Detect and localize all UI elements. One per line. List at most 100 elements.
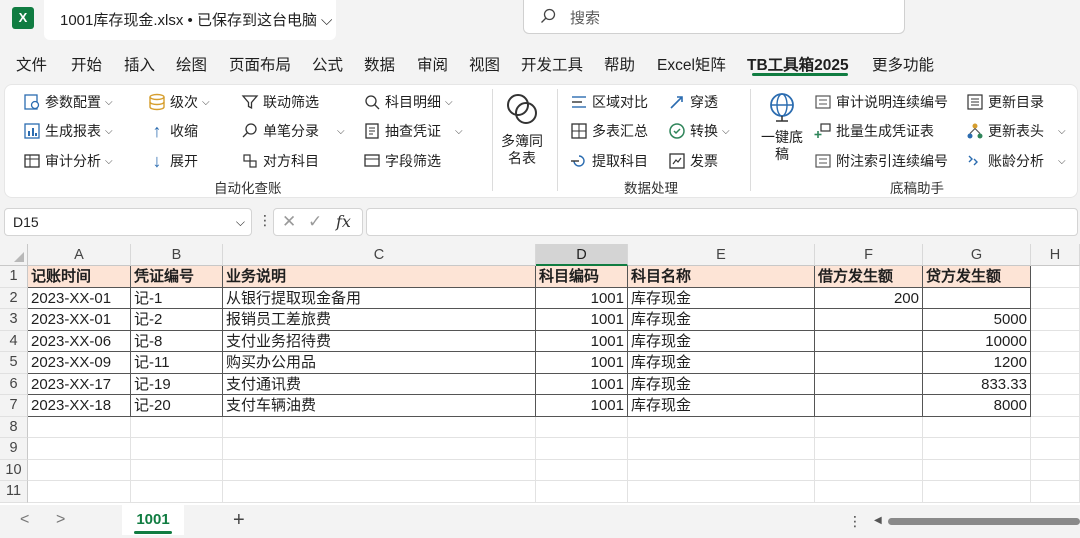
- update-toc-button[interactable]: 更新目录: [966, 92, 1044, 112]
- horizontal-scrollbar[interactable]: [888, 518, 1080, 525]
- cell[interactable]: [815, 459, 923, 481]
- cell[interactable]: [1031, 373, 1080, 395]
- cell[interactable]: [923, 287, 1031, 309]
- tab-insert[interactable]: 插入: [124, 53, 155, 75]
- spreadsheet-grid[interactable]: A B C D E F G H 1 记账时间 凭证编号 业务说明 科目编码 科目名称 借方发生额 贷方发生额 2…: [0, 244, 1080, 505]
- column-header-h[interactable]: H: [1031, 244, 1080, 266]
- cell[interactable]: 记-20: [131, 395, 223, 417]
- column-header-e[interactable]: E: [628, 244, 815, 266]
- tab-more-features[interactable]: 更多功能: [872, 53, 934, 75]
- cell[interactable]: 1001: [536, 395, 628, 417]
- cell[interactable]: 10000: [923, 330, 1031, 352]
- cell[interactable]: 从银行提取现金备用: [223, 287, 536, 309]
- cell[interactable]: 支付业务招待费: [223, 330, 536, 352]
- annotation-index-button[interactable]: 附注索引连续编号: [814, 151, 948, 171]
- cell[interactable]: 5000: [923, 309, 1031, 331]
- extract-subject-button[interactable]: 提取科目: [570, 151, 648, 171]
- cell[interactable]: [131, 481, 223, 503]
- cell[interactable]: 记-11: [131, 352, 223, 374]
- cell[interactable]: [815, 481, 923, 503]
- multi-sheet-summary-button[interactable]: 多表汇总: [570, 121, 648, 141]
- cell[interactable]: 2023-XX-17: [28, 373, 131, 395]
- cell[interactable]: [1031, 330, 1080, 352]
- multi-book-same-sheet-button[interactable]: 多簿同名表: [498, 91, 546, 167]
- cell[interactable]: 库存现金: [628, 352, 815, 374]
- cell[interactable]: [1031, 309, 1080, 331]
- cell[interactable]: [131, 438, 223, 460]
- cell[interactable]: 库存现金: [628, 395, 815, 417]
- cell[interactable]: [923, 438, 1031, 460]
- penetrate-button[interactable]: 穿透: [668, 92, 718, 112]
- cell[interactable]: [131, 459, 223, 481]
- cell[interactable]: [223, 416, 536, 438]
- cell[interactable]: [223, 481, 536, 503]
- tab-developer[interactable]: 开发工具: [521, 53, 583, 75]
- cell[interactable]: [628, 438, 815, 460]
- header-cell[interactable]: 贷方发生额: [923, 266, 1031, 288]
- cell[interactable]: 2023-XX-09: [28, 352, 131, 374]
- prev-sheet-icon[interactable]: <: [20, 511, 29, 529]
- invoice-button[interactable]: 发票: [668, 151, 718, 171]
- cell[interactable]: 8000: [923, 395, 1031, 417]
- cell[interactable]: [628, 459, 815, 481]
- cell[interactable]: 库存现金: [628, 330, 815, 352]
- sample-voucher-button[interactable]: 抽查凭证 ⌵: [363, 121, 463, 141]
- update-header-button[interactable]: 更新表头 ⌵: [966, 121, 1066, 141]
- batch-voucher-button[interactable]: 批量生成凭证表: [814, 121, 934, 141]
- cell[interactable]: 记-2: [131, 309, 223, 331]
- convert-button[interactable]: 转换 ⌵: [668, 121, 730, 141]
- cell[interactable]: [1031, 459, 1080, 481]
- row-header-9[interactable]: 9: [0, 438, 28, 460]
- cell[interactable]: 1001: [536, 330, 628, 352]
- collapse-button[interactable]: ↑ 收缩: [148, 121, 199, 141]
- row-header-1[interactable]: 1: [0, 266, 28, 288]
- row-header-3[interactable]: 3: [0, 309, 28, 331]
- scroll-left-icon[interactable]: ◀: [874, 515, 882, 526]
- tab-data[interactable]: 数据: [364, 53, 395, 75]
- row-header-6[interactable]: 6: [0, 373, 28, 395]
- cell[interactable]: 2023-XX-01: [28, 309, 131, 331]
- add-sheet-button[interactable]: +: [233, 509, 245, 532]
- column-header-c[interactable]: C: [223, 244, 536, 266]
- header-cell[interactable]: 科目名称: [628, 266, 815, 288]
- tab-review[interactable]: 审阅: [417, 53, 448, 75]
- cell[interactable]: [815, 395, 923, 417]
- search-box[interactable]: 搜索: [523, 0, 905, 34]
- cell[interactable]: [628, 416, 815, 438]
- cell[interactable]: [815, 330, 923, 352]
- file-name-tab[interactable]: 1001库存现金.xlsx • 已保存到这台电脑 ⌵: [44, 0, 336, 40]
- cell[interactable]: [923, 459, 1031, 481]
- cell[interactable]: 1001: [536, 309, 628, 331]
- cell[interactable]: [628, 481, 815, 503]
- cell[interactable]: [815, 438, 923, 460]
- cell[interactable]: 833.33: [923, 373, 1031, 395]
- tab-draw[interactable]: 绘图: [176, 53, 207, 75]
- cell[interactable]: 支付通讯费: [223, 373, 536, 395]
- cell[interactable]: [815, 373, 923, 395]
- generate-report-button[interactable]: 生成报表 ⌵: [23, 121, 113, 141]
- cell[interactable]: [1031, 266, 1080, 288]
- one-key-draft-button[interactable]: 一键底稿: [758, 91, 806, 163]
- column-header-b[interactable]: B: [131, 244, 223, 266]
- cell[interactable]: 库存现金: [628, 373, 815, 395]
- cell[interactable]: 200: [815, 287, 923, 309]
- enter-icon[interactable]: ✓: [308, 212, 322, 232]
- column-header-a[interactable]: A: [28, 244, 131, 266]
- cell[interactable]: [1031, 481, 1080, 503]
- header-cell[interactable]: 科目编码: [536, 266, 628, 288]
- cell[interactable]: [923, 416, 1031, 438]
- cell[interactable]: [1031, 352, 1080, 374]
- cell[interactable]: 报销员工差旅费: [223, 309, 536, 331]
- level-button[interactable]: 级次 ⌵: [148, 92, 210, 112]
- cell[interactable]: 库存现金: [628, 287, 815, 309]
- tab-file[interactable]: 文件: [16, 53, 47, 75]
- next-sheet-icon[interactable]: >: [56, 511, 65, 529]
- row-header-8[interactable]: 8: [0, 416, 28, 438]
- cell[interactable]: [223, 438, 536, 460]
- name-box[interactable]: D15 ⌵: [4, 208, 252, 236]
- header-cell[interactable]: 业务说明: [223, 266, 536, 288]
- field-filter-button[interactable]: 字段筛选: [363, 151, 441, 171]
- counter-account-button[interactable]: 对方科目: [241, 151, 319, 171]
- cell[interactable]: 1001: [536, 352, 628, 374]
- cell[interactable]: [536, 481, 628, 503]
